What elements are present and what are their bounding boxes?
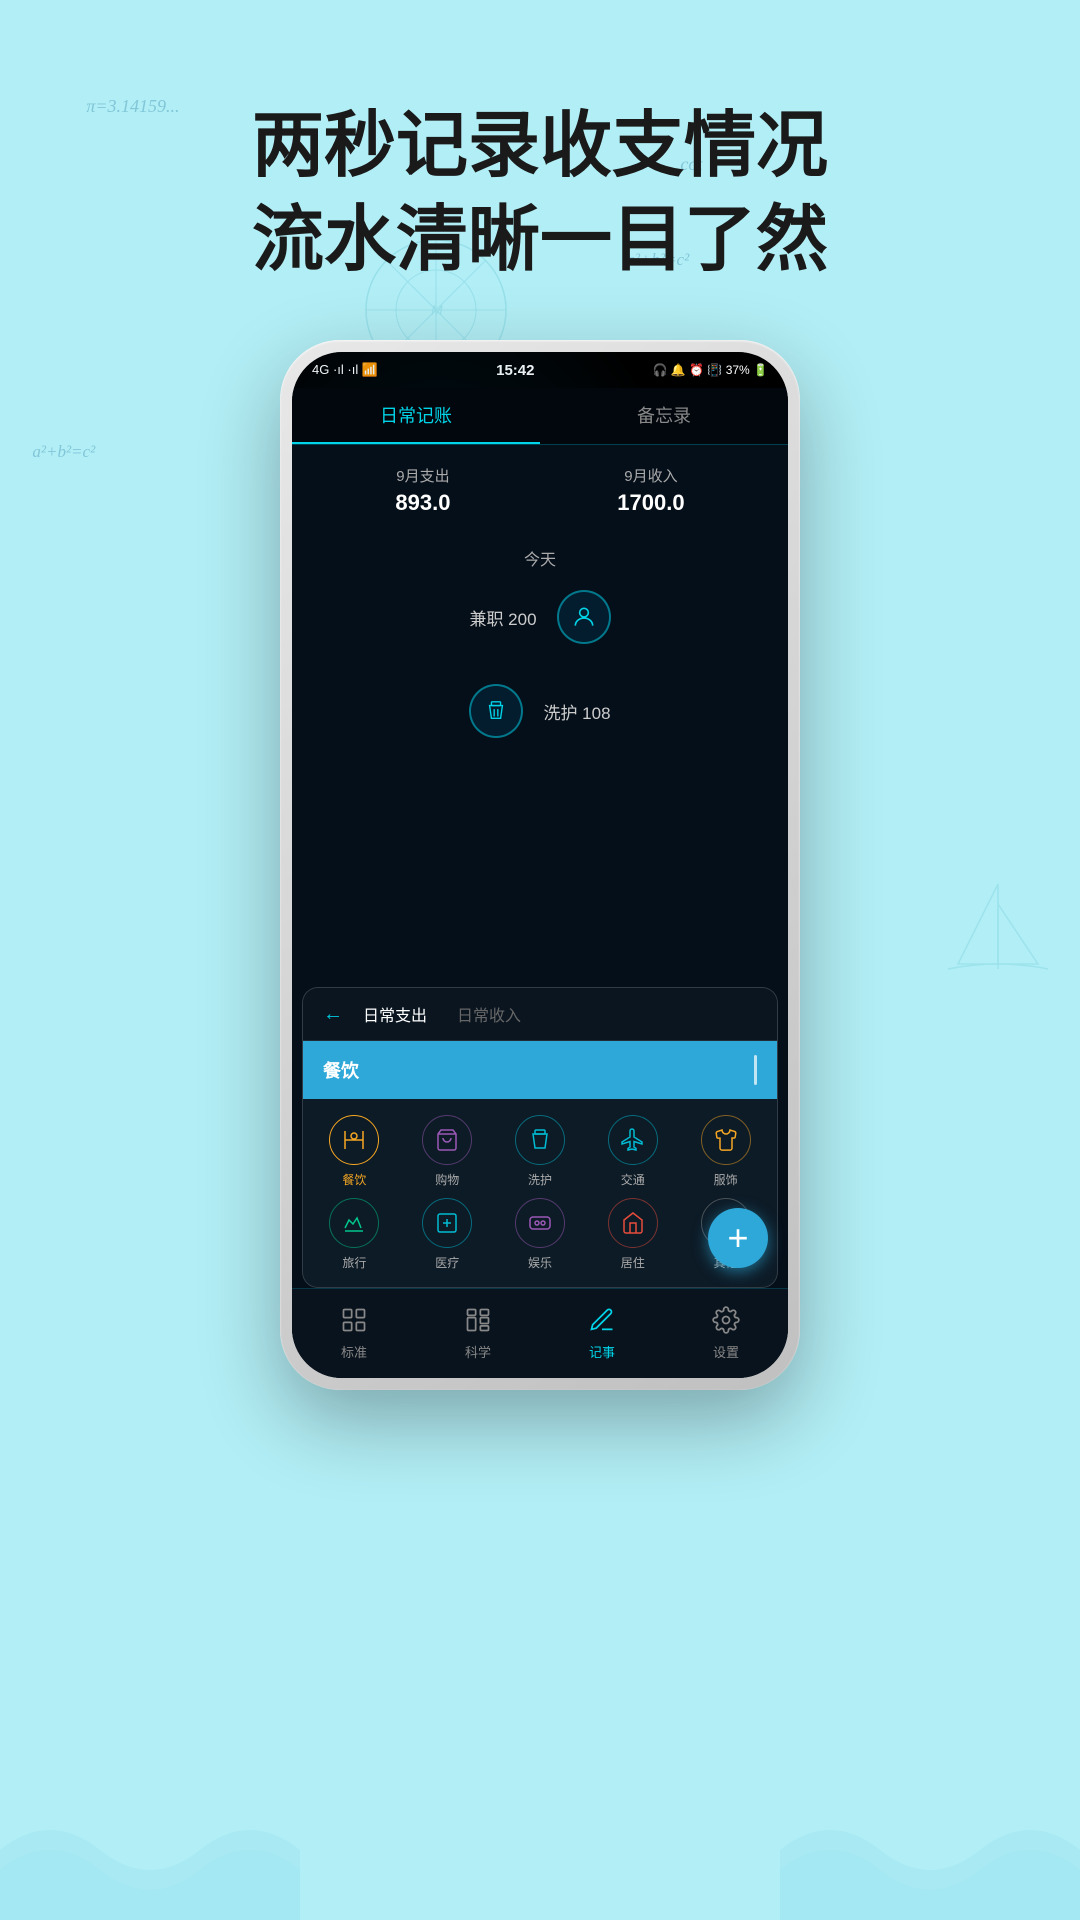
nav-science-label: 科学 [465,1342,491,1361]
transaction-parttime-label: 兼职 200 [469,605,536,630]
phone-outer: 4G ·ıl ·ıl 📶 15:42 🎧 🔔 ⏰ 📳 37% 🔋 日常记账 备忘… [280,340,800,1390]
cat-clothing-label: 服饰 [714,1171,738,1188]
stat-income: 9月收入 1700.0 [617,465,684,516]
phone-mockup: 4G ·ıl ·ıl 📶 15:42 🎧 🔔 ⏰ 📳 37% 🔋 日常记账 备忘… [280,340,800,1390]
phone-inner: 4G ·ıl ·ıl 📶 15:42 🎧 🔔 ⏰ 📳 37% 🔋 日常记账 备忘… [292,352,788,1378]
selected-bar-indicator [754,1055,757,1085]
cat-travel-icon [329,1198,379,1248]
tab-memo[interactable]: 备忘录 [540,388,788,444]
selected-category-bar: 餐饮 [303,1041,777,1099]
nav-settings-label: 设置 [713,1342,739,1361]
transaction-list: 兼职 200 [292,570,788,788]
cat-dining[interactable]: 餐饮 [313,1115,396,1188]
nav-science[interactable]: 科学 [464,1306,492,1361]
cat-medical[interactable]: 医疗 [406,1198,489,1271]
stat-income-value: 1700.0 [617,490,684,516]
cat-wash-icon [515,1115,565,1165]
cat-clothing-icon [701,1115,751,1165]
transaction-parttime-icon [557,590,611,644]
cat-wash[interactable]: 洗护 [499,1115,582,1188]
cat-entertainment-label: 娱乐 [528,1254,552,1271]
doodle-4: a²+b²=c² [32,442,95,462]
headline-line2: 流水清晰一目了然 [252,200,828,280]
stat-expense-label: 9月支出 [395,465,450,486]
tab-bar: 日常记账 备忘录 [292,388,788,445]
cat-shopping[interactable]: 购物 [406,1115,489,1188]
nav-science-icon [464,1306,492,1338]
category-popup: ← 日常支出 日常收入 餐饮 [302,987,778,1288]
tab-daily-accounting[interactable]: 日常记账 [292,388,540,444]
nav-memo-label: 记事 [589,1342,615,1361]
nav-standard-label: 标准 [341,1342,367,1361]
cat-dining-label: 餐饮 [342,1171,366,1188]
nav-standard-icon [340,1306,368,1338]
fab-add-button[interactable]: + [708,1208,768,1268]
cat-shopping-label: 购物 [435,1171,459,1188]
app-screen: 日常记账 备忘录 9月支出 893.0 9月收入 1700.0 [292,388,788,1378]
cat-shopping-icon [422,1115,472,1165]
cat-medical-label: 医疗 [435,1254,459,1271]
bg-sailboat [938,864,1058,984]
headline-line1: 两秒记录收支情况 [252,106,828,186]
category-grid: 餐饮 购物 [303,1099,777,1287]
cat-entertainment[interactable]: 娱乐 [499,1198,582,1271]
nav-standard[interactable]: 标准 [340,1306,368,1361]
transaction-wash: 洗护 108 [322,684,758,738]
bg-wave-right [780,1770,1080,1920]
cat-travel[interactable]: 旅行 [313,1198,396,1271]
nav-settings[interactable]: 设置 [712,1306,740,1361]
popup-header: ← 日常支出 日常收入 [303,988,777,1041]
nav-memo-icon [588,1306,616,1338]
transaction-parttime: 兼职 200 [322,590,758,644]
cat-travel-label: 旅行 [342,1254,366,1271]
cat-transport[interactable]: 交通 [591,1115,674,1188]
stat-income-label: 9月收入 [617,465,684,486]
cat-transport-icon [608,1115,658,1165]
stat-expense: 9月支出 893.0 [395,465,450,516]
cat-medical-icon [422,1198,472,1248]
stat-expense-value: 893.0 [395,490,450,516]
cat-entertainment-icon [515,1198,565,1248]
cat-housing-label: 居住 [621,1254,645,1271]
popup-back-button[interactable]: ← [323,1003,343,1026]
today-label: 今天 [292,546,788,570]
transaction-wash-label: 洗护 108 [543,699,610,724]
popup-income-tab[interactable]: 日常收入 [457,1002,521,1026]
cat-dining-icon [329,1115,379,1165]
nav-memo[interactable]: 记事 [588,1306,616,1361]
bg-wave-left [0,1770,300,1920]
nav-settings-icon [712,1306,740,1338]
stats-row: 9月支出 893.0 9月收入 1700.0 [292,445,788,536]
selected-category-label: 餐饮 [323,1057,359,1083]
cat-transport-label: 交通 [621,1171,645,1188]
cat-clothing[interactable]: 服饰 [684,1115,767,1188]
headline: 两秒记录收支情况 流水清晰一目了然 [0,0,1080,327]
cat-housing[interactable]: 居住 [591,1198,674,1271]
transaction-wash-icon [469,684,523,738]
cat-housing-icon [608,1198,658,1248]
bottom-nav: 标准 科学 [292,1288,788,1378]
popup-expense-tab[interactable]: 日常支出 [363,1002,427,1026]
cat-wash-label: 洗护 [528,1171,552,1188]
